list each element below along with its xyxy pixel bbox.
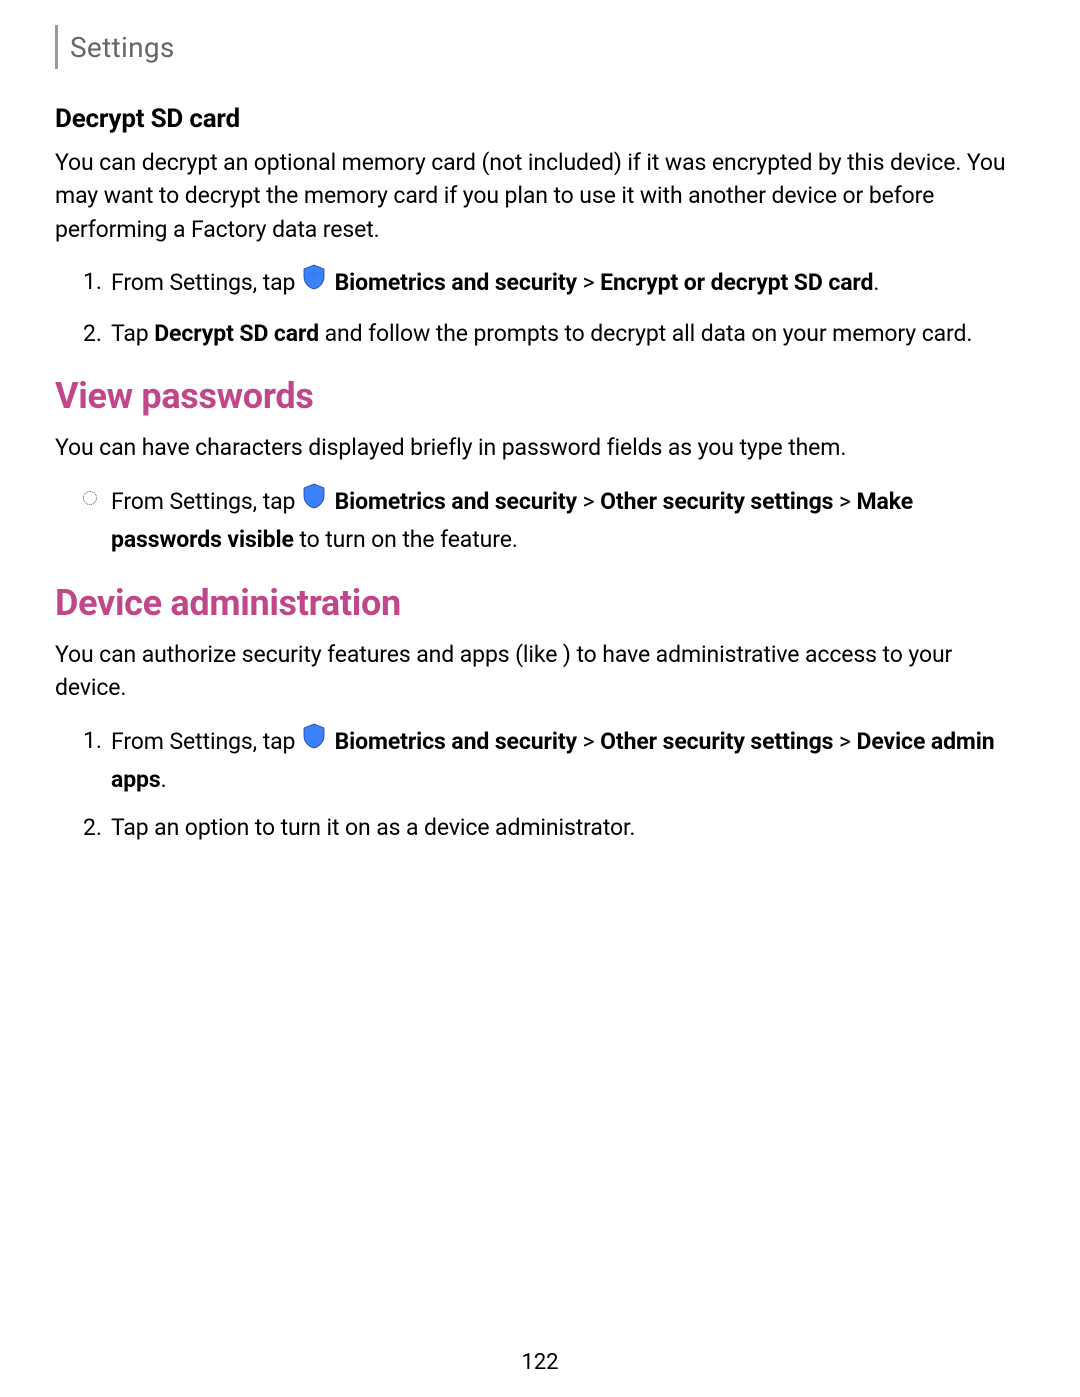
page-header: Settings xyxy=(55,25,1025,69)
decrypt-step-2: Tap Decrypt SD card and follow the promp… xyxy=(83,316,1025,352)
device-admin-steps: From Settings, tap Biometrics and securi… xyxy=(83,723,1025,846)
step-text: From Settings, tap xyxy=(111,728,301,755)
bullet-sep: > xyxy=(577,488,600,515)
shield-icon xyxy=(302,483,326,520)
header-accent-bar xyxy=(55,25,58,69)
step-sep: > xyxy=(833,728,856,755)
view-passwords-bullet-list: From Settings, tap Biometrics and securi… xyxy=(83,483,1025,558)
step-bold: Encrypt or decrypt SD card xyxy=(600,269,873,296)
step-sep: > xyxy=(577,728,600,755)
device-admin-heading: Device administration xyxy=(55,582,1025,624)
page-number: 122 xyxy=(0,1350,1080,1375)
shield-icon xyxy=(302,264,326,301)
device-admin-intro: You can authorize security features and … xyxy=(55,638,1025,705)
step-bold: Other security settings xyxy=(600,728,833,755)
header-title: Settings xyxy=(70,31,175,64)
circle-bullet-icon xyxy=(83,491,97,505)
step-bold: Decrypt SD card xyxy=(154,320,319,347)
step-text: Tap an option to turn it on as a device … xyxy=(111,814,635,841)
bullet-text: From Settings, tap xyxy=(111,488,301,515)
step-sep: > xyxy=(577,269,600,296)
step-bold: Biometrics and security xyxy=(335,728,577,755)
bullet-bold: Other security settings xyxy=(600,488,833,515)
decrypt-sd-heading: Decrypt SD card xyxy=(55,104,1025,134)
step-text: Tap xyxy=(111,320,154,347)
view-passwords-heading: View passwords xyxy=(55,375,1025,417)
step-end: . xyxy=(873,269,879,296)
bullet-sep: > xyxy=(833,488,856,515)
step-text: and follow the prompts to decrypt all da… xyxy=(319,320,972,347)
decrypt-sd-steps: From Settings, tap Biometrics and securi… xyxy=(83,264,1025,351)
view-passwords-intro: You can have characters displayed briefl… xyxy=(55,431,1025,464)
device-admin-step-2: Tap an option to turn it on as a device … xyxy=(83,810,1025,846)
bullet-text: to turn on the feature. xyxy=(294,526,518,553)
step-bold: Biometrics and security xyxy=(335,269,577,296)
bullet-bold: Biometrics and security xyxy=(335,488,577,515)
step-text: From Settings, tap xyxy=(111,269,301,296)
device-admin-step-1: From Settings, tap Biometrics and securi… xyxy=(83,723,1025,798)
decrypt-sd-intro: You can decrypt an optional memory card … xyxy=(55,146,1025,246)
step-end: . xyxy=(161,766,167,793)
view-passwords-bullet: From Settings, tap Biometrics and securi… xyxy=(83,483,1025,558)
decrypt-step-1: From Settings, tap Biometrics and securi… xyxy=(83,264,1025,304)
shield-icon xyxy=(302,723,326,760)
